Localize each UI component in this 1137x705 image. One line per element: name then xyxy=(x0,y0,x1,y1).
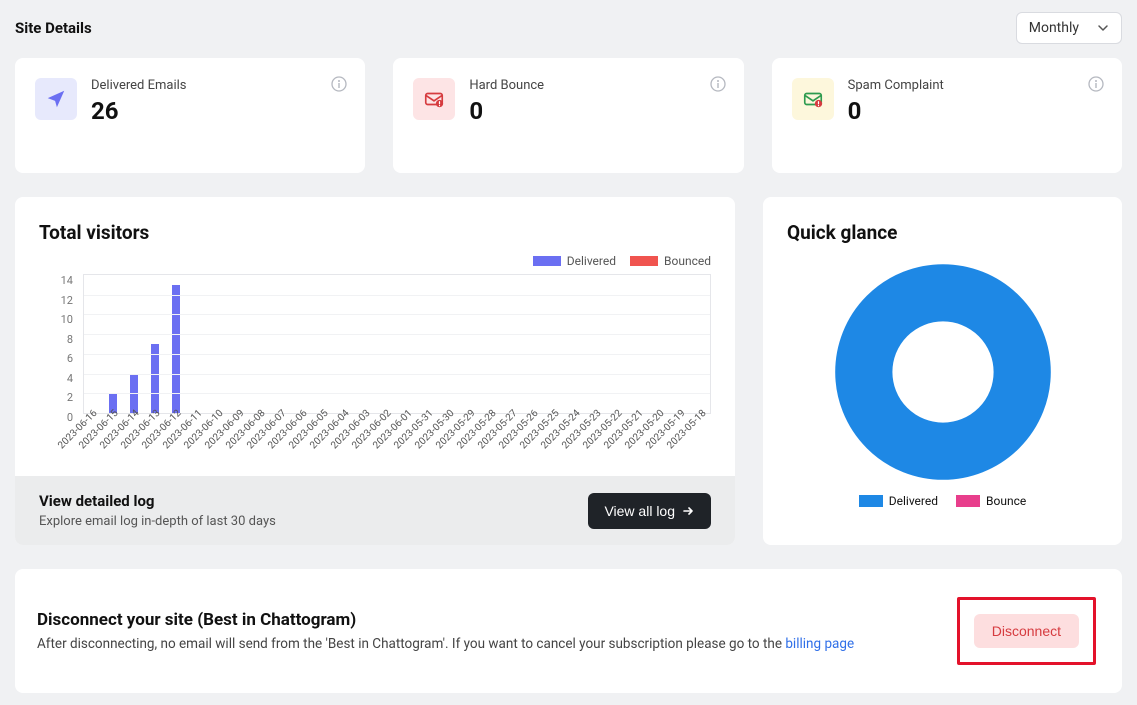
log-title: View detailed log xyxy=(39,492,276,510)
log-subtitle: Explore email log in-depth of last 30 da… xyxy=(39,514,276,529)
info-icon[interactable] xyxy=(331,76,347,92)
bounce-mail-icon xyxy=(413,78,455,120)
view-all-log-button[interactable]: View all log xyxy=(588,493,711,529)
disconnect-highlight: Disconnect xyxy=(957,597,1096,665)
visitors-panel: Total visitors Delivered Bounced 14 12 10 8… xyxy=(15,197,735,545)
disconnect-button[interactable]: Disconnect xyxy=(974,614,1079,648)
legend-label: Bounced xyxy=(664,254,711,268)
stat-card-delivered: Delivered Emails 26 xyxy=(15,58,365,173)
y-tick: 0 xyxy=(39,411,73,424)
legend-swatch-bounced xyxy=(630,256,658,266)
stat-label: Delivered Emails xyxy=(91,78,345,93)
quick-glance-title: Quick glance xyxy=(787,221,897,244)
stat-card-bounce: Hard Bounce 0 xyxy=(393,58,743,173)
bar-legend: Delivered Bounced xyxy=(39,254,711,268)
stat-value: 0 xyxy=(469,97,723,125)
info-icon[interactable] xyxy=(710,76,726,92)
log-bar: View detailed log Explore email log in-d… xyxy=(15,476,735,545)
legend-label: Delivered xyxy=(567,254,616,268)
y-tick: 10 xyxy=(39,313,73,326)
stat-value: 26 xyxy=(91,97,345,125)
x-tick: 2023-05-18 xyxy=(665,438,705,478)
arrow-right-icon xyxy=(681,504,695,518)
stat-label: Spam Complaint xyxy=(848,78,1102,93)
billing-page-link[interactable]: billing page xyxy=(785,636,854,652)
donut-chart: 26 xyxy=(833,262,1053,482)
visitors-title: Total visitors xyxy=(39,221,711,244)
paper-plane-icon xyxy=(35,78,77,120)
disconnect-title: Disconnect your site (Best in Chattogram… xyxy=(37,610,854,630)
stat-label: Hard Bounce xyxy=(469,78,723,93)
legend-swatch-delivered xyxy=(533,256,561,266)
y-tick: 4 xyxy=(39,372,73,385)
stat-card-spam: Spam Complaint 0 xyxy=(772,58,1122,173)
disconnect-panel: Disconnect your site (Best in Chattogram… xyxy=(15,569,1122,693)
spam-mail-icon xyxy=(792,78,834,120)
bar-chart: 14 12 10 8 6 4 2 0 xyxy=(39,274,711,424)
view-all-log-label: View all log xyxy=(604,503,675,519)
period-select-value: Monthly xyxy=(1029,20,1079,36)
period-select[interactable]: Monthly xyxy=(1016,12,1122,44)
y-tick: 2 xyxy=(39,391,73,404)
donut-center-label: 26 xyxy=(833,304,1053,524)
stat-value: 0 xyxy=(848,97,1102,125)
quick-glance-panel: Quick glance 26 Delivered Bounce xyxy=(763,197,1122,545)
y-tick: 8 xyxy=(39,333,73,346)
page-title: Site Details xyxy=(15,19,92,37)
y-tick: 12 xyxy=(39,294,73,307)
y-tick: 14 xyxy=(39,274,73,287)
info-icon[interactable] xyxy=(1088,76,1104,92)
y-tick: 6 xyxy=(39,352,73,365)
disconnect-text: After disconnecting, no email will send … xyxy=(37,636,785,652)
chevron-down-icon xyxy=(1097,22,1109,34)
